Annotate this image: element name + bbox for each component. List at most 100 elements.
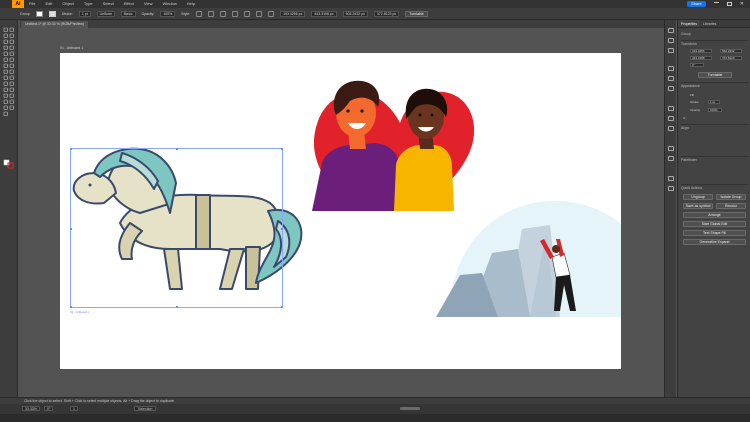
menu-type[interactable]: Type — [79, 0, 98, 8]
layers-panel-icon[interactable] — [668, 38, 674, 43]
menu-window[interactable]: Window — [157, 0, 181, 8]
paintbrush-tool-icon[interactable] — [9, 51, 14, 56]
resize-handle-bc[interactable] — [176, 306, 178, 308]
resize-handle-br[interactable] — [281, 306, 283, 308]
libraries-panel-icon[interactable] — [668, 48, 674, 53]
style-icon[interactable] — [196, 10, 203, 17]
graph-tool-icon[interactable] — [3, 99, 8, 104]
transform-h-field[interactable]: 372.8123 — [720, 56, 742, 60]
generative-expand-button[interactable]: Generative Expand — [683, 239, 746, 245]
free-transform-tool-icon[interactable] — [3, 75, 8, 80]
hand-tool-icon[interactable] — [9, 105, 14, 110]
eyedropper-tool-icon[interactable] — [9, 87, 14, 92]
pencil-tool-icon[interactable] — [3, 57, 8, 62]
artboard-number-field[interactable]: 1 — [70, 406, 78, 411]
pen-tool-icon[interactable] — [3, 39, 8, 44]
menu-help[interactable]: Help — [182, 0, 200, 8]
height-field[interactable]: 372.8123 px — [373, 10, 400, 17]
resize-handle-tr[interactable] — [281, 148, 283, 150]
menu-view[interactable]: View — [139, 0, 158, 8]
curvature-tool-icon[interactable] — [9, 39, 14, 44]
align-left-icon[interactable] — [232, 10, 239, 17]
brushes-panel-icon[interactable] — [668, 86, 674, 91]
pathfinder-panel-icon[interactable] — [668, 186, 674, 191]
mesh-tool-icon[interactable] — [9, 81, 14, 86]
recolor-button[interactable]: Recolor — [716, 203, 746, 209]
type-tool-icon[interactable] — [3, 45, 8, 50]
properties-panel-icon[interactable] — [668, 28, 674, 33]
menu-object[interactable]: Object — [57, 0, 79, 8]
gradient-panel-icon[interactable] — [668, 116, 674, 121]
graphic-styles-panel-icon[interactable] — [668, 156, 674, 161]
rotate-tool-icon[interactable] — [9, 63, 14, 68]
menu-select[interactable]: Select — [98, 0, 119, 8]
rectangle-tool-icon[interactable] — [3, 51, 8, 56]
zoom-field[interactable]: 33.33% — [22, 406, 40, 411]
align-center-icon[interactable] — [244, 10, 251, 17]
align-panel-icon[interactable] — [668, 176, 674, 181]
turntable-button[interactable]: Turntable — [698, 72, 732, 78]
stroke-weight-field[interactable]: 1 pt — [78, 10, 91, 17]
scale-tool-icon[interactable] — [3, 69, 8, 74]
blend-tool-icon[interactable] — [3, 93, 8, 98]
y-field[interactable]: 443.3198 px — [311, 10, 337, 17]
selection-tool-icon[interactable] — [3, 27, 8, 32]
swatches-panel-icon[interactable] — [668, 76, 674, 81]
artboard-name[interactable]: 01 - Artboard 1 — [60, 46, 83, 50]
transform-icon[interactable] — [268, 10, 275, 17]
stroke-swatch[interactable] — [48, 10, 56, 17]
eraser-tool-icon[interactable] — [3, 63, 8, 68]
menu-edit[interactable]: Edit — [40, 0, 57, 8]
turntable-button[interactable]: Turntable — [405, 10, 428, 17]
x-field[interactable]: 193.4256 px — [280, 10, 306, 17]
transform-x-field[interactable]: 193.4256 — [690, 49, 712, 53]
horizontal-scrollbar[interactable] — [400, 407, 420, 410]
transparency-panel-icon[interactable] — [668, 126, 674, 131]
stroke-panel-icon[interactable] — [668, 106, 674, 111]
couple-illustration[interactable] — [312, 80, 475, 211]
document-tab[interactable]: Untitled-1* @ 33.33 % (RGB/Preview) — [20, 20, 89, 28]
recolor-icon[interactable] — [208, 10, 215, 17]
menu-file[interactable]: File — [24, 0, 40, 8]
shape-builder-tool-icon[interactable] — [9, 75, 14, 80]
resize-handle-bl[interactable] — [70, 306, 72, 308]
start-global-edit-button[interactable]: Start Global Edit — [683, 221, 746, 227]
status-mode[interactable]: Selection — [134, 406, 157, 411]
selection-bounding-box[interactable] — [70, 148, 283, 308]
menu-effect[interactable]: Effect — [119, 0, 139, 8]
resize-handle-tc[interactable] — [176, 148, 178, 150]
line-tool-icon[interactable] — [9, 45, 14, 50]
transform-w-field[interactable]: 502.2432 — [720, 49, 742, 53]
align-right-icon[interactable] — [256, 10, 263, 17]
transform-y-field[interactable]: 443.3198 — [690, 56, 712, 60]
perspective-grid-tool-icon[interactable] — [3, 81, 8, 86]
transform-angle-field[interactable]: 0° — [690, 63, 704, 67]
brush-select[interactable]: Basic — [120, 10, 136, 17]
close-icon[interactable]: ✕ — [740, 1, 744, 7]
lasso-tool-icon[interactable] — [9, 33, 14, 38]
stroke-field[interactable]: 1 pt — [708, 100, 720, 104]
rotation-field[interactable]: 0° — [44, 406, 54, 411]
tab-properties[interactable]: Properties — [678, 20, 700, 27]
symbol-sprayer-tool-icon[interactable] — [9, 93, 14, 98]
arrange-button[interactable]: Arrange — [683, 212, 746, 218]
gradient-tool-icon[interactable] — [3, 87, 8, 92]
stroke-profile-select[interactable]: Uniform — [96, 10, 115, 17]
opacity-field[interactable]: 100% — [160, 10, 176, 17]
tab-libraries[interactable]: Libraries — [700, 20, 719, 27]
fx-label[interactable]: fx — [683, 116, 685, 120]
isolate-group-button[interactable]: Isolate Group — [716, 194, 746, 200]
magic-wand-tool-icon[interactable] — [3, 33, 8, 38]
text-shape-fill-button[interactable]: Text Shape Fill — [683, 230, 746, 236]
opacity-field[interactable]: 100% — [708, 108, 722, 112]
resize-handle-ml[interactable] — [70, 228, 72, 230]
color-panel-icon[interactable] — [668, 66, 674, 71]
ungroup-button[interactable]: Ungroup — [683, 194, 713, 200]
artboard-tool-icon[interactable] — [9, 99, 14, 104]
slice-tool-icon[interactable] — [3, 105, 8, 110]
appearance-panel-icon[interactable] — [668, 146, 674, 151]
zoom-tool-icon[interactable] — [3, 111, 8, 116]
maximize-icon[interactable] — [726, 2, 732, 6]
align-icon[interactable] — [220, 10, 227, 17]
width-field[interactable]: 502.2432 px — [342, 10, 368, 17]
